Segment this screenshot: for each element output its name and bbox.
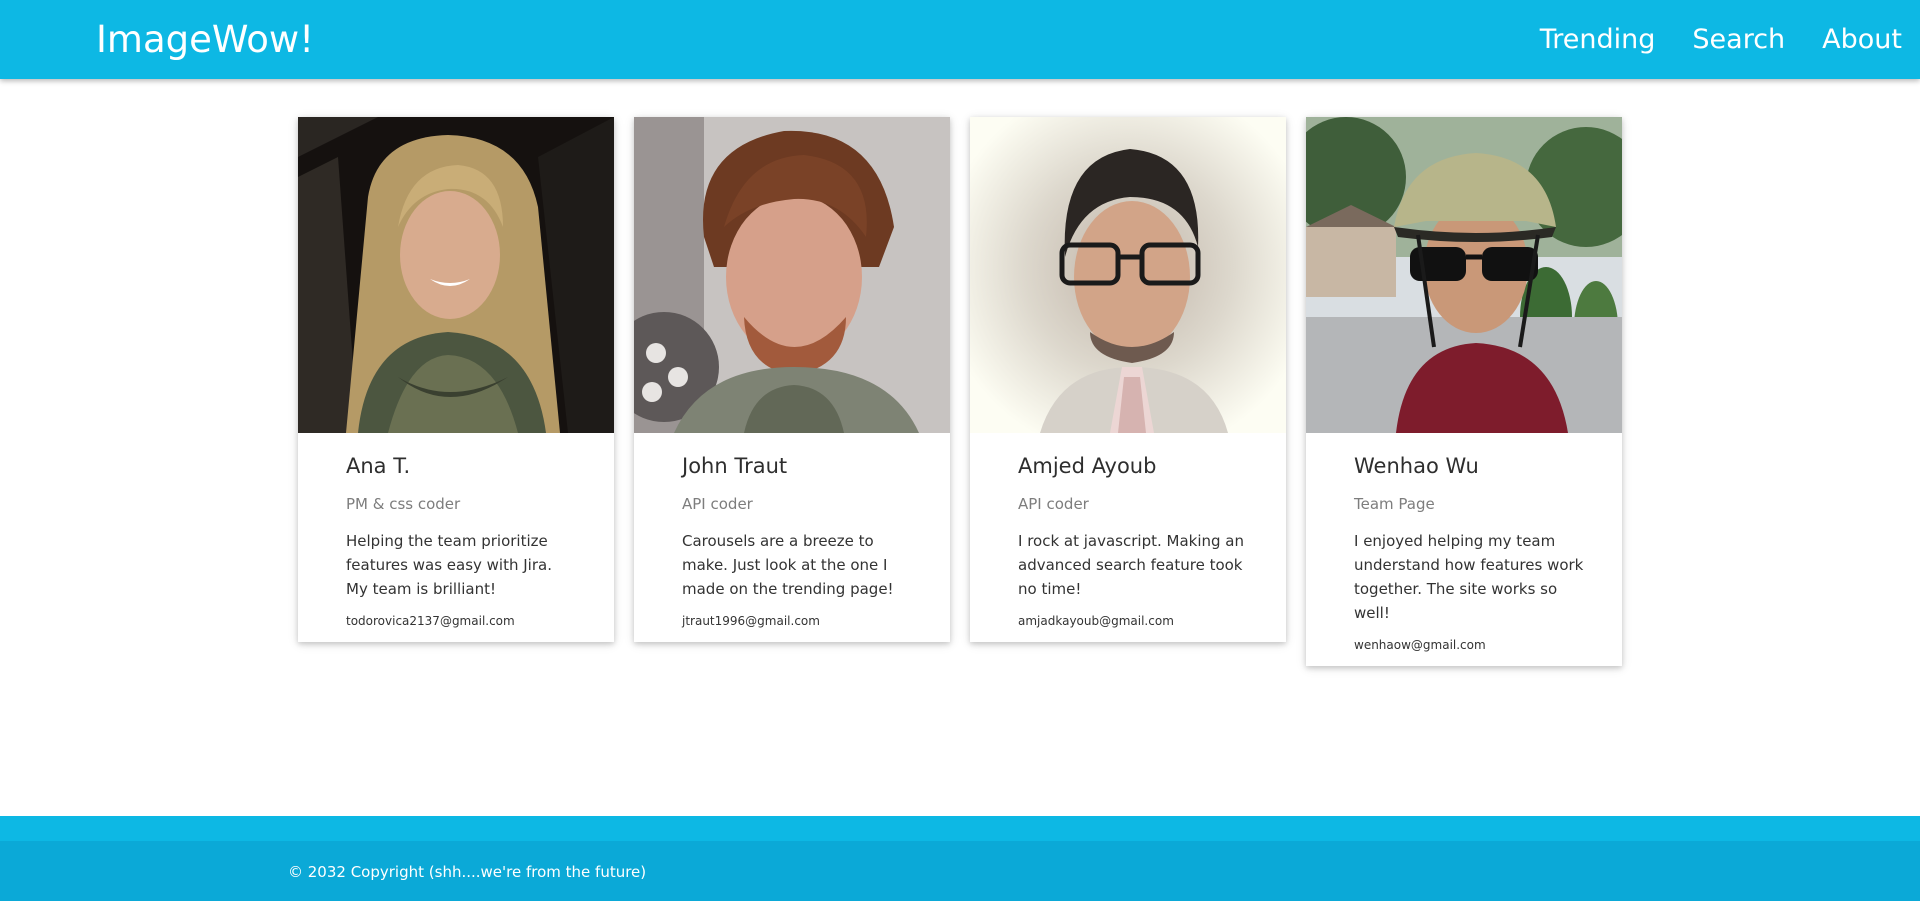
member-bio: I enjoyed helping my team understand how… [1354,532,1584,622]
nav-search-link[interactable]: Search [1692,22,1785,58]
team-card: Ana T. PM & css coder Helping the team p… [298,117,614,642]
member-email: todorovica2137@gmail.com [346,614,515,628]
member-bio: Helping the team prioritize features was… [346,532,552,598]
footer-copyright-bar: © 2032 Copyright (shh....we're from the … [0,841,1920,901]
member-name: Wenhao Wu [1354,454,1479,478]
member-bio: Carousels are a breeze to make. Just loo… [682,532,894,598]
member-email: amjadkayoub@gmail.com [1018,614,1174,628]
team-card: Amjed Ayoub API coder I rock at javascri… [970,117,1286,642]
member-role: API coder [1018,495,1089,513]
member-name: Amjed Ayoub [1018,454,1157,478]
member-email: jtraut1996@gmail.com [682,614,820,628]
team-member-photo [970,117,1286,433]
nav-about-link[interactable]: About [1822,22,1902,58]
nav-trending-link[interactable]: Trending [1540,22,1656,58]
team-member-photo [634,117,950,433]
team-card: John Traut API coder Carousels are a bre… [634,117,950,642]
team-card: Wenhao Wu Team Page I enjoyed helping my… [1306,117,1622,666]
team-member-photo [298,117,614,433]
member-name: John Traut [682,454,788,478]
member-role: PM & css coder [346,495,461,513]
member-bio: I rock at javascript. Making an advanced… [1018,532,1244,598]
main-nav: Trending Search About [1540,22,1902,58]
copyright-text: © 2032 Copyright (shh....we're from the … [288,863,647,881]
member-name: Ana T. [346,454,411,478]
member-email: wenhaow@gmail.com [1354,638,1486,652]
brand-logo[interactable]: ImageWow! [96,18,314,62]
team-member-photo [1306,117,1622,433]
member-role: Team Page [1354,495,1435,513]
footer-top-band [0,816,1920,841]
member-role: API coder [682,495,753,513]
top-navbar: ImageWow! Trending Search About [0,0,1920,79]
